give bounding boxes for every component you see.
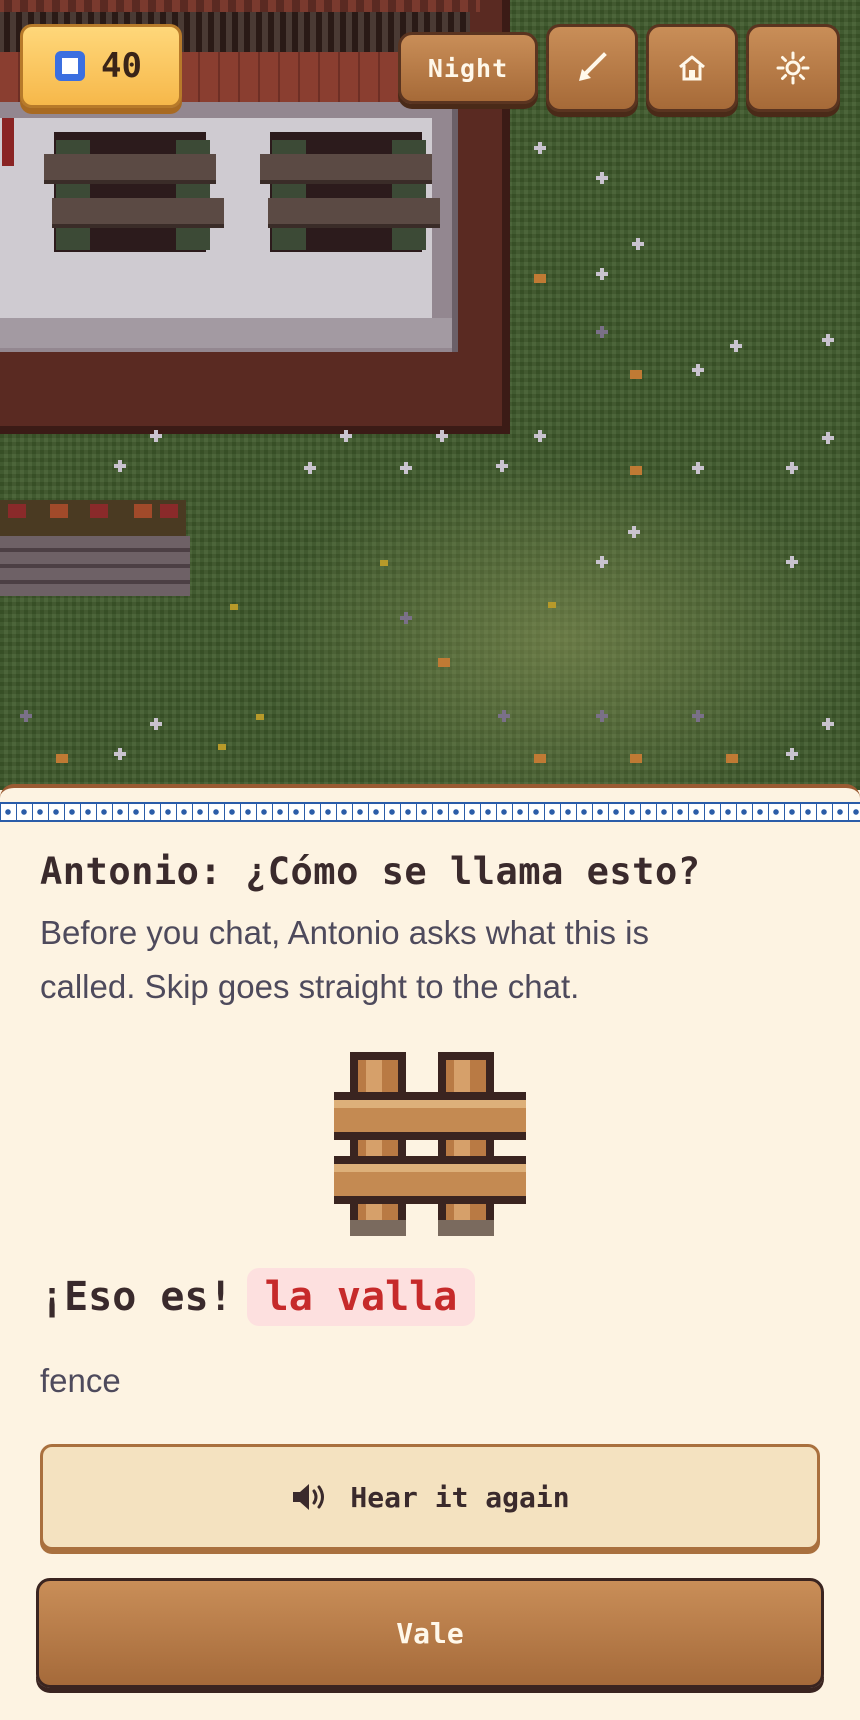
flower	[628, 526, 640, 538]
home-icon	[679, 55, 705, 81]
red-mark	[2, 118, 14, 166]
pebble	[380, 560, 388, 566]
home-button[interactable]	[646, 24, 738, 112]
flower	[114, 460, 126, 472]
shovel-button[interactable]	[546, 24, 638, 112]
pebble	[726, 754, 738, 763]
decorative-tile-strip	[0, 802, 860, 822]
sun-gear-icon	[776, 51, 810, 85]
flower	[692, 462, 704, 474]
settings-button[interactable]	[746, 24, 840, 112]
flower	[786, 462, 798, 474]
flower	[822, 718, 834, 730]
flower	[596, 326, 608, 338]
bench-right	[260, 132, 440, 256]
flower	[692, 364, 704, 376]
answer-word: la valla	[246, 1268, 476, 1326]
flower	[822, 432, 834, 444]
building-floor	[0, 102, 458, 352]
flower	[534, 142, 546, 154]
pebble	[438, 658, 450, 667]
pebble	[548, 602, 556, 608]
night-button[interactable]: Night	[398, 32, 538, 104]
pebble	[630, 370, 642, 379]
flower	[786, 748, 798, 760]
flower	[596, 556, 608, 568]
flower	[304, 462, 316, 474]
floor-shadow	[0, 318, 452, 348]
flower	[340, 430, 352, 442]
flower	[786, 556, 798, 568]
flower	[632, 238, 644, 250]
pebble	[218, 744, 226, 750]
dialog-description: Before you chat, Antonio asks what this …	[40, 914, 650, 1005]
ok-button[interactable]: Vale	[36, 1578, 824, 1688]
flower	[596, 710, 608, 722]
pebble	[534, 274, 546, 283]
hear-again-button[interactable]: Hear it again	[40, 1444, 820, 1550]
flower	[534, 430, 546, 442]
flower	[20, 710, 32, 722]
flower	[692, 710, 704, 722]
square-coin-icon	[55, 51, 85, 81]
answer-exclaim: ¡Eso es!	[40, 1274, 233, 1320]
pebble	[630, 466, 642, 475]
pebble	[230, 604, 238, 610]
flower	[150, 430, 162, 442]
flower	[730, 340, 742, 352]
shovel-icon	[579, 52, 607, 81]
flower	[822, 334, 834, 346]
hear-again-label: Hear it again	[350, 1480, 570, 1514]
speaker-icon	[293, 1484, 325, 1510]
bench-left	[44, 132, 224, 256]
flower	[596, 172, 608, 184]
pebble	[534, 754, 546, 763]
flower	[150, 718, 162, 730]
flower	[498, 710, 510, 722]
pebble	[630, 754, 642, 763]
wooden-fence-icon	[334, 1052, 526, 1236]
flower	[496, 460, 508, 472]
flower	[400, 612, 412, 624]
game-world[interactable]	[0, 0, 860, 790]
pebble	[56, 754, 68, 763]
dialog-title: Antonio: ¿Cómo se llama esto?	[40, 850, 701, 893]
flower	[596, 268, 608, 280]
flower	[436, 430, 448, 442]
pebble	[256, 714, 264, 720]
flower	[114, 748, 126, 760]
flower	[400, 462, 412, 474]
answer-line: ¡Eso es! la valla	[40, 1266, 476, 1328]
roof-edge	[0, 0, 480, 12]
flower-planter	[0, 500, 190, 598]
coin-count: 40	[101, 46, 142, 86]
dialog-panel: Antonio: ¿Cómo se llama esto? Before you…	[0, 784, 860, 1720]
coin-counter: 40	[20, 24, 182, 108]
translation-text: fence	[40, 1362, 121, 1399]
